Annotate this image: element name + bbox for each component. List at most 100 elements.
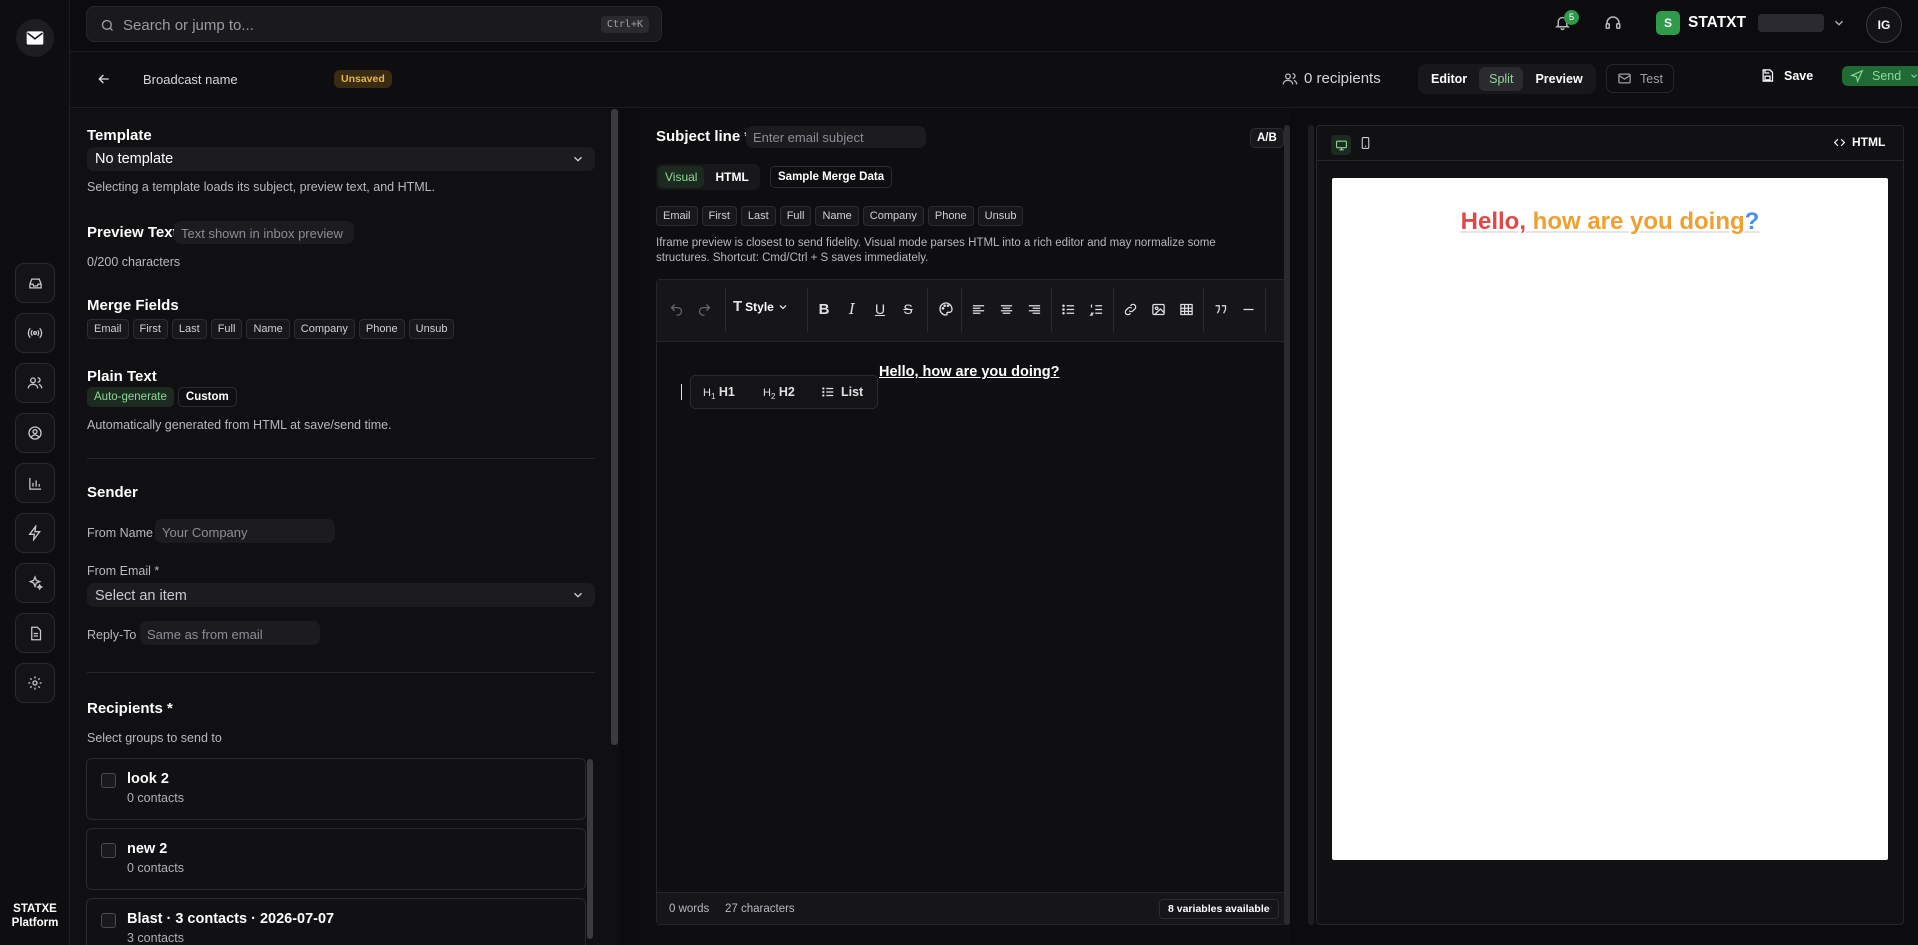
numbered-list-button[interactable] — [1085, 298, 1107, 320]
group-checkbox[interactable] — [101, 913, 116, 928]
align-right-button[interactable] — [1023, 298, 1045, 320]
variables-available-badge[interactable]: 8 variables available — [1159, 899, 1279, 919]
from-name-input[interactable]: Your Company — [155, 519, 335, 543]
h1-option[interactable]: H1 H1 — [703, 385, 735, 401]
numbered-list-icon — [1088, 304, 1102, 316]
plain-mode-custom[interactable]: Custom — [177, 387, 237, 407]
toolbar-separator — [1265, 288, 1266, 332]
merge-field-full[interactable]: Full — [779, 206, 812, 226]
groups-scrollbar[interactable] — [587, 759, 593, 939]
align-left-button[interactable] — [967, 298, 989, 320]
merge-field-name[interactable]: Name — [246, 319, 290, 339]
reply-to-input[interactable]: Same as from email — [140, 621, 320, 645]
h2-option[interactable]: H2 H2 — [763, 385, 795, 401]
back-button[interactable] — [96, 71, 112, 90]
editor-scrollbar[interactable] — [1284, 125, 1290, 925]
template-select[interactable]: No template — [87, 147, 595, 171]
desktop-view-button[interactable] — [1331, 135, 1351, 155]
mode-split[interactable]: Split — [1479, 67, 1524, 91]
group-card[interactable]: new 2 0 contacts — [86, 828, 586, 890]
send-button[interactable]: Send — [1842, 66, 1918, 86]
merge-field-unsub[interactable]: Unsub — [408, 319, 455, 339]
redo-icon — [698, 303, 710, 316]
mode-preview[interactable]: Preview — [1525, 67, 1592, 91]
ai-nav-button[interactable] — [15, 563, 55, 603]
table-button[interactable] — [1175, 298, 1197, 320]
align-right-icon — [1028, 304, 1040, 314]
mobile-view-button[interactable] — [1359, 136, 1372, 153]
merge-field-phone[interactable]: Phone — [927, 206, 974, 226]
bold-button[interactable]: B — [813, 298, 835, 320]
group-checkbox[interactable] — [101, 843, 116, 858]
editor-content-heading[interactable]: Hello, how are you doing? — [879, 364, 1059, 380]
lightning-icon — [28, 525, 41, 541]
sample-merge-data-button[interactable]: Sample Merge Data — [770, 166, 893, 188]
preview-text-input[interactable]: Text shown in inbox preview — [174, 221, 354, 244]
merge-field-first[interactable]: First — [132, 319, 168, 339]
quote-button[interactable] — [1209, 298, 1231, 320]
merge-field-email[interactable]: Email — [87, 319, 129, 339]
bullet-list-button[interactable] — [1057, 298, 1079, 320]
support-button[interactable] — [1604, 14, 1622, 35]
merge-field-unsub[interactable]: Unsub — [977, 206, 1024, 226]
split-divider[interactable] — [1308, 125, 1314, 925]
inbox-nav-button[interactable] — [15, 263, 55, 303]
app-logo[interactable] — [16, 19, 54, 57]
italic-button[interactable]: I — [841, 298, 863, 320]
mode-editor[interactable]: Editor — [1421, 67, 1477, 91]
documents-nav-button[interactable] — [15, 613, 55, 653]
profile-nav-button[interactable] — [15, 413, 55, 453]
global-search[interactable]: Search or jump to... Ctrl+K — [86, 6, 662, 42]
plain-text-help: Automatically generated from HTML at sav… — [87, 418, 392, 432]
undo-button[interactable] — [665, 298, 687, 320]
save-label: Save — [1784, 68, 1814, 83]
group-checkbox[interactable] — [101, 773, 116, 788]
merge-field-email[interactable]: Email — [656, 206, 698, 226]
from-email-label: From Email * — [87, 564, 160, 578]
merge-field-phone[interactable]: Phone — [358, 319, 405, 339]
broadcast-nav-button[interactable] — [15, 313, 55, 353]
merge-field-last[interactable]: Last — [171, 319, 207, 339]
link-button[interactable] — [1119, 298, 1141, 320]
from-email-select[interactable]: Select an item — [87, 583, 595, 607]
user-avatar[interactable]: IG — [1866, 7, 1902, 43]
test-button[interactable]: Test — [1606, 64, 1674, 93]
subject-input[interactable]: Enter email subject — [746, 126, 926, 148]
merge-field-first[interactable]: First — [701, 206, 737, 226]
merge-field-name[interactable]: Name — [815, 206, 859, 226]
merge-field-last[interactable]: Last — [740, 206, 776, 226]
chevron-down-icon — [779, 304, 787, 309]
workspace-switcher[interactable]: S STATXT — [1656, 11, 1846, 35]
group-card[interactable]: Blast · 3 contacts · 2026-07-07 3 contac… — [86, 898, 586, 945]
style-dropdown[interactable]: T Style — [733, 298, 789, 315]
group-card[interactable]: look 2 0 contacts — [86, 758, 586, 820]
preview-greeting[interactable]: Hello, how are you doing? — [1332, 208, 1888, 236]
merge-field-full[interactable]: Full — [210, 319, 243, 339]
list-option[interactable]: List — [821, 385, 863, 399]
strikethrough-button[interactable]: S — [897, 298, 919, 320]
view-html-tab[interactable]: HTML — [706, 166, 757, 188]
color-button[interactable] — [935, 298, 957, 320]
align-center-button[interactable] — [995, 298, 1017, 320]
automation-nav-button[interactable] — [15, 513, 55, 553]
plain-mode-auto[interactable]: Auto-generate — [87, 387, 174, 407]
underline-button[interactable]: U — [869, 298, 891, 320]
image-button[interactable] — [1147, 298, 1169, 320]
from-email-placeholder: Select an item — [95, 588, 187, 604]
panel-scrollbar[interactable] — [611, 109, 618, 745]
redo-button[interactable] — [693, 298, 715, 320]
merge-field-company[interactable]: Company — [862, 206, 924, 226]
save-button[interactable]: Save — [1760, 68, 1813, 83]
contacts-nav-button[interactable] — [15, 363, 55, 403]
notifications-button[interactable]: 5 — [1554, 10, 1579, 34]
view-visual-tab[interactable]: Visual — [658, 166, 705, 188]
ab-test-button[interactable]: A/B — [1250, 128, 1284, 148]
analytics-nav-button[interactable] — [15, 463, 55, 503]
horizontal-rule-button[interactable] — [1237, 298, 1259, 320]
template-label: Template — [87, 127, 152, 144]
settings-nav-button[interactable] — [15, 663, 55, 703]
broadcast-name-input[interactable]: Broadcast name — [143, 72, 238, 87]
toolbar-separator — [1051, 288, 1052, 332]
view-html-source-button[interactable]: HTML — [1833, 135, 1885, 149]
merge-field-company[interactable]: Company — [293, 319, 355, 339]
